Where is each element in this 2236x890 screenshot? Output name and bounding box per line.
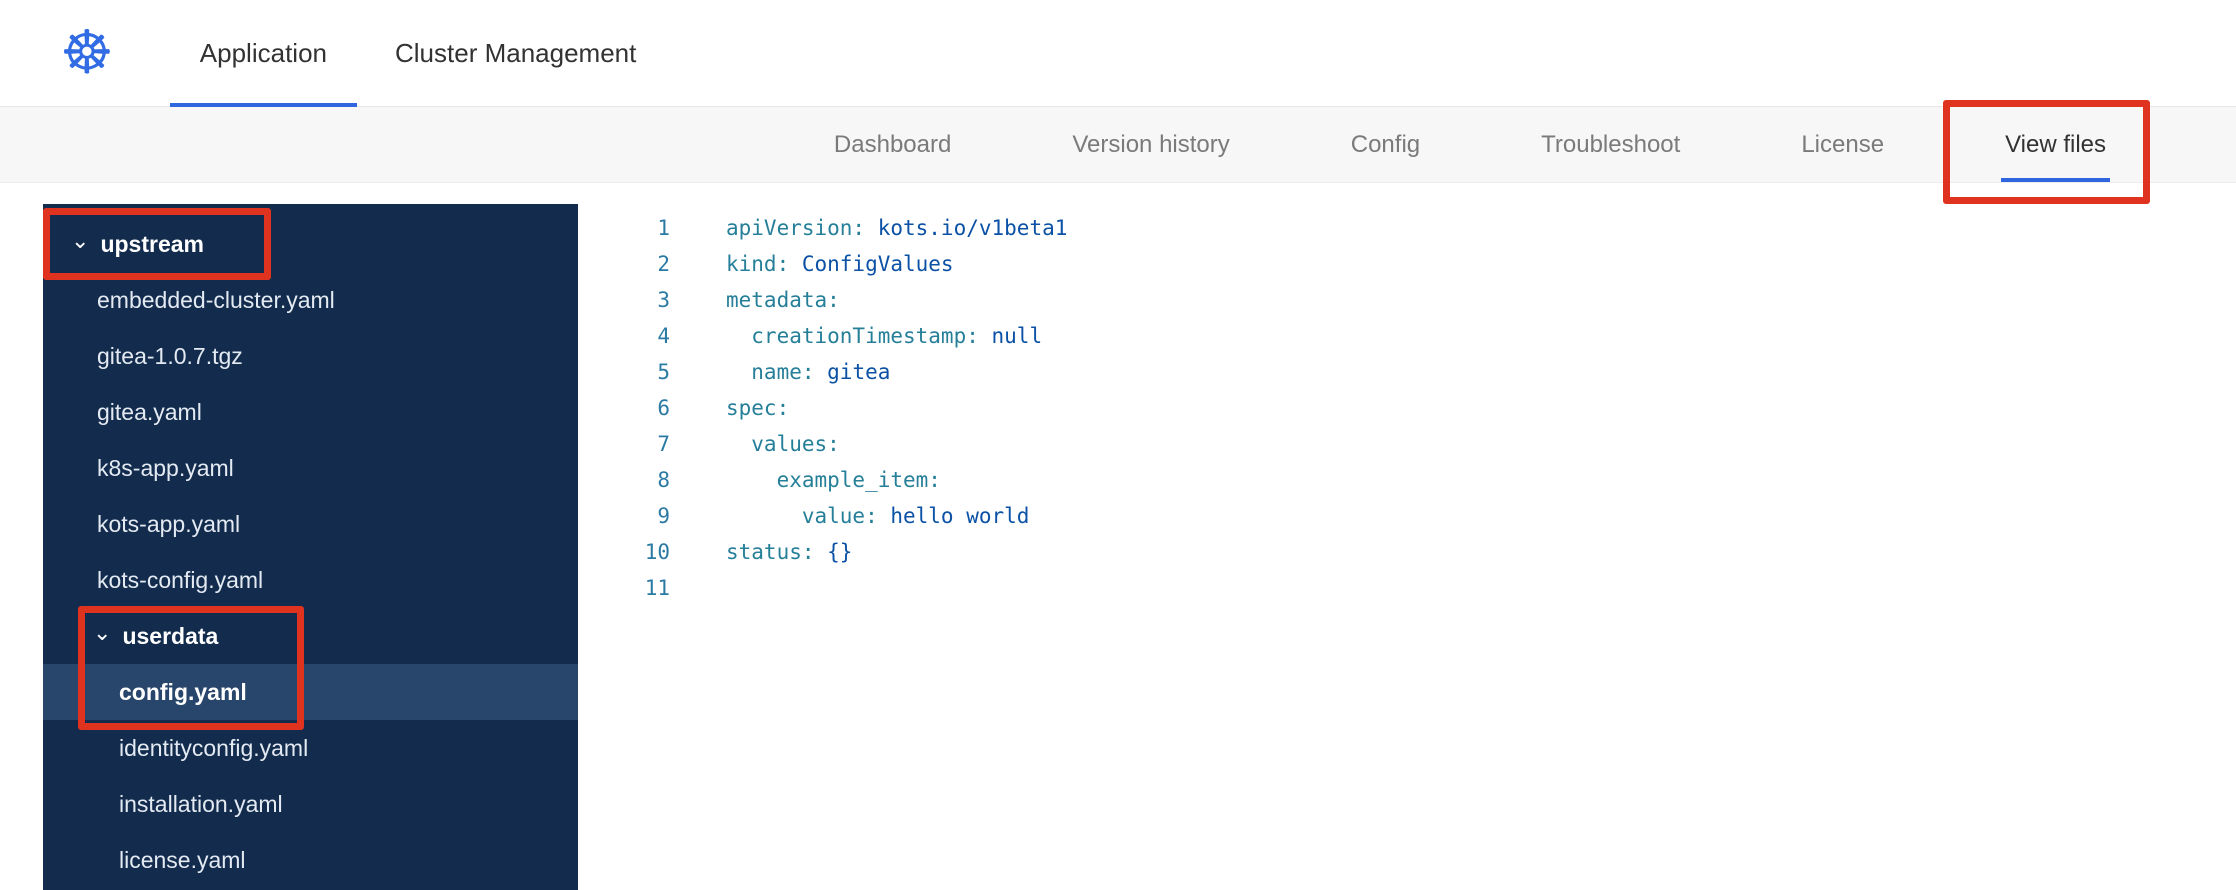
subnav-tab-version-history[interactable]: Version history <box>1072 107 1229 182</box>
tree-file-label: kots-config.yaml <box>97 566 264 593</box>
code-text: creationTimestamp: null <box>726 324 1043 348</box>
line-number: 2 <box>657 252 670 276</box>
tab-cluster-management-label: Cluster Management <box>395 37 637 68</box>
tree-file-label: installation.yaml <box>119 790 283 817</box>
code-text: metadata: <box>726 288 840 312</box>
logo-container[interactable]: ☸ <box>0 0 166 106</box>
code-text: apiVersion: kots.io/v1beta1 <box>726 216 1068 240</box>
subnav-tab-version-history-label: Version history <box>1072 130 1230 158</box>
tree-folder-userdata[interactable]: ⌄ userdata <box>43 608 578 664</box>
tree-file-label: kots-app.yaml <box>97 510 241 537</box>
tree-file-label: k8s-app.yaml <box>97 454 234 481</box>
tree-folder-label: upstream <box>100 230 204 257</box>
tab-cluster-management[interactable]: Cluster Management <box>361 0 670 106</box>
subnav-tab-license-label: License <box>1801 130 1885 158</box>
yaml-code-editor[interactable]: 1 apiVersion: kots.io/v1beta1 2 kind: Co… <box>614 204 2236 890</box>
subnav-tab-view-files-label: View files <box>2005 130 2106 158</box>
kubernetes-logo-icon: ☸ <box>60 19 114 86</box>
code-text: values: <box>726 432 840 456</box>
code-line: 6 spec: <box>614 390 2236 426</box>
code-line: 10 status: {} <box>614 534 2236 570</box>
top-header: ☸ Application Cluster Management <box>0 0 2236 107</box>
tree-folder-label: userdata <box>122 622 219 649</box>
chevron-down-icon: ⌄ <box>71 228 90 253</box>
top-tabs: Application Cluster Management <box>166 0 671 107</box>
tree-file-kots-app[interactable]: kots-app.yaml <box>43 496 578 552</box>
tree-file-kots-config[interactable]: kots-config.yaml <box>43 552 578 608</box>
tree-folder-upstream[interactable]: ⌄ upstream <box>43 216 578 272</box>
line-number: 8 <box>657 468 670 492</box>
tree-file-label: embedded-cluster.yaml <box>97 286 335 313</box>
subnav-tab-troubleshoot-label: Troubleshoot <box>1541 130 1681 158</box>
tree-file-label: identityconfig.yaml <box>119 734 309 761</box>
code-text: kind: ConfigValues <box>726 252 954 276</box>
tree-file-label: license.yaml <box>119 846 246 873</box>
subnav-tab-dashboard[interactable]: Dashboard <box>834 107 951 182</box>
subnav-tab-license[interactable]: License <box>1801 107 1884 182</box>
line-number: 11 <box>644 576 670 600</box>
tree-file-license[interactable]: license.yaml <box>43 832 578 888</box>
code-text: status: {} <box>726 540 853 564</box>
code-text: name: gitea <box>726 360 891 384</box>
line-number: 6 <box>657 396 670 420</box>
tree-file-identityconfig[interactable]: identityconfig.yaml <box>43 720 578 776</box>
app-subnav: Dashboard Version history Config Trouble… <box>0 107 2236 183</box>
tree-file-gitea-tgz[interactable]: gitea-1.0.7.tgz <box>43 328 578 384</box>
line-number: 10 <box>644 540 670 564</box>
code-line: 3 metadata: <box>614 282 2236 318</box>
chevron-down-icon: ⌄ <box>93 620 112 645</box>
subnav-tab-config-label: Config <box>1350 130 1421 158</box>
code-line: 8 example_item: <box>614 462 2236 498</box>
tab-application-label: Application <box>199 37 327 68</box>
tree-file-gitea-yaml[interactable]: gitea.yaml <box>43 384 578 440</box>
code-line: 5 name: gitea <box>614 354 2236 390</box>
code-line: 9 value: hello world <box>614 498 2236 534</box>
line-number: 9 <box>657 504 670 528</box>
line-number: 1 <box>657 216 670 240</box>
code-text: value: hello world <box>726 504 1030 528</box>
subnav-tab-dashboard-label: Dashboard <box>833 130 952 158</box>
tree-file-installation[interactable]: installation.yaml <box>43 776 578 832</box>
tree-file-k8s-app[interactable]: k8s-app.yaml <box>43 440 578 496</box>
code-line: 7 values: <box>614 426 2236 462</box>
code-text: example_item: <box>726 468 941 492</box>
tab-application[interactable]: Application <box>166 0 361 107</box>
line-number: 4 <box>657 324 670 348</box>
code-text: spec: <box>726 396 790 420</box>
subnav-tab-config[interactable]: Config <box>1351 107 1420 182</box>
subnav-tab-view-files[interactable]: View files <box>2001 107 2110 182</box>
tree-file-label: gitea.yaml <box>97 398 202 425</box>
code-line: 4 creationTimestamp: null <box>614 318 2236 354</box>
tree-file-label: config.yaml <box>119 678 247 705</box>
line-number: 7 <box>657 432 670 456</box>
code-line: 1 apiVersion: kots.io/v1beta1 <box>614 210 2236 246</box>
line-number: 5 <box>657 360 670 384</box>
code-line: 11 <box>614 570 2236 606</box>
tree-file-label: gitea-1.0.7.tgz <box>97 342 243 369</box>
line-number: 3 <box>657 288 670 312</box>
file-tree-sidebar: ⌄ upstream embedded-cluster.yaml gitea-1… <box>43 204 578 890</box>
tree-file-config-yaml[interactable]: config.yaml <box>43 664 578 720</box>
subnav-tab-troubleshoot[interactable]: Troubleshoot <box>1541 107 1680 182</box>
code-line: 2 kind: ConfigValues <box>614 246 2236 282</box>
tree-file-embedded-cluster[interactable]: embedded-cluster.yaml <box>43 272 578 328</box>
